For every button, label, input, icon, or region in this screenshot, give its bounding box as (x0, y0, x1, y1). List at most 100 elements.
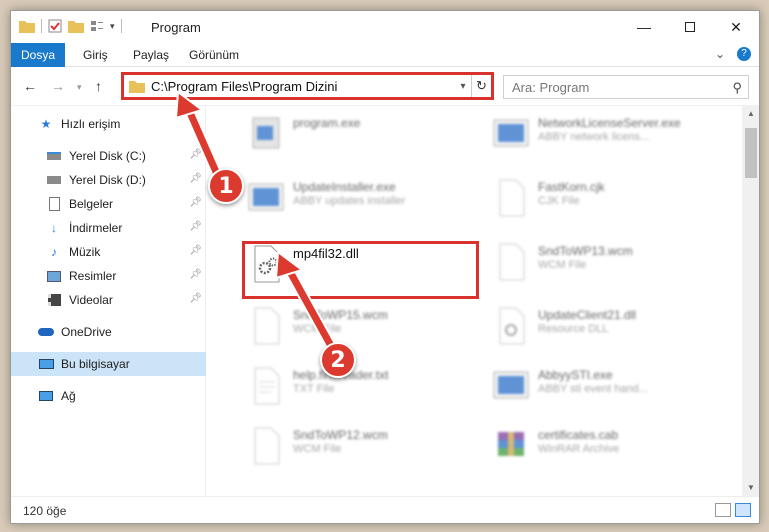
scroll-up-icon[interactable]: ▲ (742, 106, 759, 122)
text-file-icon (254, 367, 280, 405)
list-item[interactable]: SndToWP15.wcm WCM File (237, 298, 477, 354)
sidebar-item-documents[interactable]: Belgeler 📌︎ (11, 192, 206, 216)
tab-view[interactable]: Görünüm (189, 43, 239, 67)
refresh-icon[interactable]: ↻ (471, 75, 491, 97)
properties-icon[interactable] (48, 19, 62, 33)
address-bar[interactable]: C:\Program Files\Program Dizini ▾ ↻ (121, 72, 494, 100)
scroll-down-icon[interactable]: ▼ (742, 480, 759, 496)
sidebar-item-videos[interactable]: Videolar 📌︎ (11, 288, 206, 312)
tab-share[interactable]: Paylaş (133, 43, 169, 67)
file-description: ABBY updates installer (293, 195, 406, 207)
pin-icon[interactable]: 📌︎ (189, 149, 202, 160)
file-description: WCM File (293, 443, 342, 455)
up-icon[interactable]: ↑ (95, 78, 102, 94)
address-dropdown-icon[interactable]: ▾ (455, 81, 471, 92)
quick-access-toolbar: ▾ (19, 19, 122, 33)
address-path[interactable]: C:\Program Files\Program Dizini (151, 79, 455, 94)
file-name: NetworkLicenseServer.exe (538, 116, 681, 130)
recent-locations-icon[interactable]: ▾ (77, 82, 82, 93)
pin-icon[interactable]: 📌︎ (189, 197, 202, 208)
ribbon-tabs: Dosya Giriş Paylaş Görünüm ⌄ ? (11, 43, 759, 67)
search-box[interactable]: Ara: Program ⚲ (503, 75, 749, 99)
documents-icon (45, 196, 63, 212)
file-description: TXT File (293, 383, 335, 395)
title-bar: ▾ Program — ✕ (11, 11, 759, 43)
expand-ribbon-icon[interactable]: ⌄ (715, 47, 725, 61)
file-name: FastKorn.cjk (538, 180, 605, 194)
pictures-icon (45, 268, 63, 284)
toolbar-separator (120, 19, 122, 33)
network-icon (37, 388, 55, 404)
sidebar-item-downloads[interactable]: ↓ İndirmeler 📌︎ (11, 216, 206, 240)
sidebar-item-local-disk-d[interactable]: Yerel Disk (D:) 📌︎ (11, 168, 206, 192)
file-description: WCM File (538, 259, 587, 271)
tiles-view-button[interactable] (735, 503, 751, 517)
sidebar-item-network[interactable]: Ağ (11, 384, 206, 408)
search-icon[interactable]: ⚲ (732, 80, 742, 96)
minimize-button[interactable]: — (621, 11, 667, 43)
scrollbar-thumb[interactable] (745, 128, 757, 178)
music-icon: ♪ (51, 245, 57, 259)
file-description: WCM File (293, 323, 342, 335)
step-badge-2: 2 (320, 342, 356, 378)
list-item[interactable]: SndToWP12.wcm WCM File (237, 418, 477, 474)
view-options-icon[interactable] (90, 19, 104, 33)
sidebar-item-this-pc[interactable]: Bu bilgisayar (11, 352, 206, 376)
document-icon (499, 179, 525, 217)
file-highlight-box (242, 241, 479, 299)
file-description: ABBY sti event hand... (538, 383, 648, 395)
sidebar-item-label: Resimler (69, 269, 117, 283)
list-item[interactable]: UpdateClient21.dll Resource DLL (482, 298, 722, 354)
list-item[interactable]: SndToWP13.wcm WCM File (482, 234, 722, 290)
sidebar-item-onedrive[interactable]: OneDrive (11, 320, 206, 344)
list-item[interactable]: AbbyySTI.exe ABBY sti event hand... (482, 358, 722, 414)
list-item[interactable]: certificates.cab WinRAR Archive (482, 418, 722, 474)
list-item[interactable]: FastKorn.cjk CJK File (482, 170, 722, 226)
sidebar-item-quick-access[interactable]: ★ Hızlı erişim (11, 112, 206, 136)
file-name: UpdateClient21.dll (538, 308, 637, 322)
back-icon[interactable]: ← (23, 78, 37, 94)
folder-icon (129, 81, 145, 93)
tab-file[interactable]: Dosya (11, 43, 65, 67)
list-item[interactable]: program.exe (237, 106, 477, 162)
sidebar-item-label: İndirmeler (69, 221, 123, 235)
pin-icon[interactable]: 📌︎ (189, 173, 202, 184)
new-folder-icon[interactable] (68, 19, 84, 33)
minimize-icon: — (637, 19, 651, 35)
document-icon (254, 307, 280, 345)
dll-gear-icon (499, 307, 525, 345)
file-name: SndToWP13.wcm (538, 244, 633, 258)
pin-icon[interactable]: 📌︎ (189, 221, 202, 232)
sidebar-item-music[interactable]: ♪ Müzik 📌︎ (11, 240, 206, 264)
sidebar-item-label: Müzik (69, 245, 101, 259)
document-icon (254, 427, 280, 465)
vertical-scrollbar[interactable]: ▲ ▼ (742, 106, 759, 496)
pin-icon[interactable]: 📌︎ (189, 269, 202, 280)
exe-icon (493, 119, 529, 147)
pin-icon[interactable]: 📌︎ (189, 293, 202, 304)
sidebar-item-pictures[interactable]: Resimler 📌︎ (11, 264, 206, 288)
file-list: program.exe NetworkLicenseServer.exe ABB… (207, 106, 742, 496)
file-name: UpdateInstaller.exe (293, 180, 396, 194)
step-badge-1: 1 (208, 168, 244, 204)
maximize-button[interactable] (667, 11, 713, 43)
customize-toolbar-icon[interactable]: ▾ (110, 21, 115, 32)
list-item[interactable]: help.finereader.txt TXT File (237, 358, 477, 414)
pin-icon[interactable]: 📌︎ (189, 245, 202, 256)
folder-icon[interactable] (19, 19, 35, 33)
tab-home[interactable]: Giriş (83, 43, 108, 67)
list-item[interactable]: UpdateInstaller.exe ABBY updates install… (237, 170, 477, 226)
help-icon[interactable]: ? (737, 47, 751, 61)
forward-icon[interactable]: → (51, 78, 65, 94)
sidebar-item-local-disk-c[interactable]: Yerel Disk (C:) 📌︎ (11, 144, 206, 168)
sidebar-item-label: OneDrive (61, 325, 112, 339)
navigation-pane: ★ Hızlı erişim Yerel Disk (C:) 📌︎ Yerel … (11, 106, 206, 496)
sidebar-item-label: Yerel Disk (D:) (69, 173, 146, 187)
details-view-button[interactable] (715, 503, 731, 517)
file-description: WinRAR Archive (538, 443, 620, 455)
sidebar-item-label: Videolar (69, 293, 113, 307)
file-description: CJK File (538, 195, 580, 207)
toolbar-separator (41, 19, 42, 33)
close-button[interactable]: ✕ (713, 11, 759, 43)
list-item[interactable]: NetworkLicenseServer.exe ABBY network li… (482, 106, 722, 162)
